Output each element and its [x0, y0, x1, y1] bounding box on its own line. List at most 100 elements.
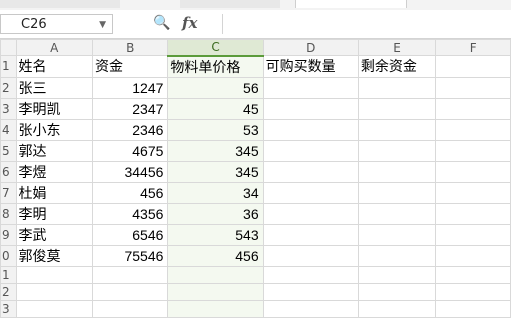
cell-a[interactable]: 郭达	[15, 139, 93, 162]
row-header[interactable]: 7	[0, 181, 17, 204]
cell-e[interactable]	[357, 139, 437, 162]
cell-e[interactable]	[357, 282, 437, 301]
column-header-c[interactable]: C	[167, 39, 264, 57]
column-header-b[interactable]: B	[91, 39, 169, 56]
tab-fragment[interactable]	[180, 0, 280, 8]
row-header[interactable]: 1	[0, 55, 17, 78]
cell-b[interactable]: 资金	[91, 55, 169, 78]
cell-b[interactable]: 456	[91, 181, 169, 204]
cell-e[interactable]: 剩余资金	[357, 55, 437, 78]
chevron-down-icon[interactable]: ▼	[99, 15, 106, 35]
cell-d[interactable]	[262, 202, 359, 225]
cell-c[interactable]: 56	[167, 76, 264, 99]
cell-c[interactable]: 345	[167, 139, 264, 162]
cell-a[interactable]: 郭俊莫	[15, 244, 93, 267]
cell-f[interactable]	[435, 76, 511, 99]
cell-c[interactable]: 53	[167, 118, 264, 141]
cell-d[interactable]	[262, 118, 359, 141]
cell-f[interactable]	[435, 139, 511, 162]
cell-e[interactable]	[357, 244, 437, 267]
cell-a[interactable]	[15, 299, 93, 318]
cell-f[interactable]	[435, 244, 511, 267]
cell-b[interactable]: 75546	[91, 244, 169, 267]
cell-e[interactable]	[357, 97, 437, 120]
row-header[interactable]: 2	[0, 282, 17, 301]
cell-b[interactable]: 4675	[91, 139, 169, 162]
cell-b[interactable]: 34456	[91, 160, 169, 183]
cell-c[interactable]: 345	[167, 160, 264, 183]
column-header-d[interactable]: D	[262, 39, 359, 56]
cell-a[interactable]: 张三	[15, 76, 93, 99]
cell-b[interactable]: 2346	[91, 118, 169, 141]
row-header[interactable]: 3	[0, 299, 17, 318]
row-header[interactable]: 6	[0, 160, 17, 183]
tab-fragment[interactable]	[0, 0, 120, 8]
cell-d[interactable]	[262, 97, 359, 120]
cell-c[interactable]: 物料单价格	[167, 55, 264, 78]
cell-c[interactable]: 543	[167, 223, 264, 246]
select-all-corner[interactable]	[0, 39, 17, 56]
cell-f[interactable]	[435, 118, 511, 141]
cell-c[interactable]: 45	[167, 97, 264, 120]
cell-c[interactable]	[167, 282, 264, 301]
cell-b[interactable]: 1247	[91, 76, 169, 99]
cell-a[interactable]: 张小东	[15, 118, 93, 141]
cell-e[interactable]	[357, 299, 437, 318]
cell-d[interactable]: 可购买数量	[262, 55, 359, 78]
cell-d[interactable]	[262, 160, 359, 183]
column-header-a[interactable]: A	[15, 39, 93, 56]
row-header[interactable]: 2	[0, 76, 17, 99]
cell-a[interactable]: 姓名	[15, 55, 93, 78]
cell-a[interactable]: 李明	[15, 202, 93, 225]
cell-b[interactable]	[91, 265, 169, 284]
cell-c[interactable]: 456	[167, 244, 264, 267]
row-header[interactable]: 3	[0, 97, 17, 120]
cell-e[interactable]	[357, 202, 437, 225]
row-header[interactable]: 0	[0, 244, 17, 267]
cell-b[interactable]: 6546	[91, 223, 169, 246]
cell-e[interactable]	[357, 223, 437, 246]
formula-input[interactable]	[222, 14, 511, 34]
cell-d[interactable]	[262, 139, 359, 162]
cell-d[interactable]	[262, 76, 359, 99]
row-header[interactable]: 4	[0, 118, 17, 141]
cell-a[interactable]	[15, 265, 93, 284]
search-icon[interactable]: 🔍	[153, 15, 170, 31]
cell-a[interactable]	[15, 282, 93, 301]
cell-c[interactable]: 36	[167, 202, 264, 225]
cell-e[interactable]	[357, 160, 437, 183]
cell-f[interactable]	[435, 160, 511, 183]
fx-icon[interactable]: fx	[182, 14, 197, 32]
cell-d[interactable]	[262, 223, 359, 246]
cell-c[interactable]: 34	[167, 181, 264, 204]
cell-a[interactable]: 李煜	[15, 160, 93, 183]
row-header[interactable]: 9	[0, 223, 17, 246]
column-header-e[interactable]: E	[357, 39, 437, 56]
cell-e[interactable]	[357, 181, 437, 204]
cell-e[interactable]	[357, 265, 437, 284]
cell-f[interactable]	[435, 223, 511, 246]
cell-c[interactable]	[167, 265, 264, 284]
cell-d[interactable]	[262, 244, 359, 267]
cell-d[interactable]	[262, 299, 359, 318]
cell-f[interactable]	[435, 202, 511, 225]
cell-e[interactable]	[357, 118, 437, 141]
cell-b[interactable]: 2347	[91, 97, 169, 120]
cell-e[interactable]	[357, 76, 437, 99]
cell-d[interactable]	[262, 265, 359, 284]
name-box[interactable]: C26 ▼	[0, 14, 113, 34]
row-header[interactable]: 5	[0, 139, 17, 162]
cell-f[interactable]	[435, 97, 511, 120]
cell-c[interactable]	[167, 299, 264, 318]
cell-f[interactable]	[435, 282, 511, 301]
cell-a[interactable]: 杜娟	[15, 181, 93, 204]
cell-b[interactable]: 4356	[91, 202, 169, 225]
cell-d[interactable]	[262, 181, 359, 204]
column-header-f[interactable]: F	[435, 39, 511, 56]
tab-active[interactable]	[295, 0, 407, 8]
cell-a[interactable]: 李武	[15, 223, 93, 246]
cell-b[interactable]	[91, 282, 169, 301]
cell-b[interactable]	[91, 299, 169, 318]
cell-a[interactable]: 李明凯	[15, 97, 93, 120]
cell-f[interactable]	[435, 55, 511, 78]
